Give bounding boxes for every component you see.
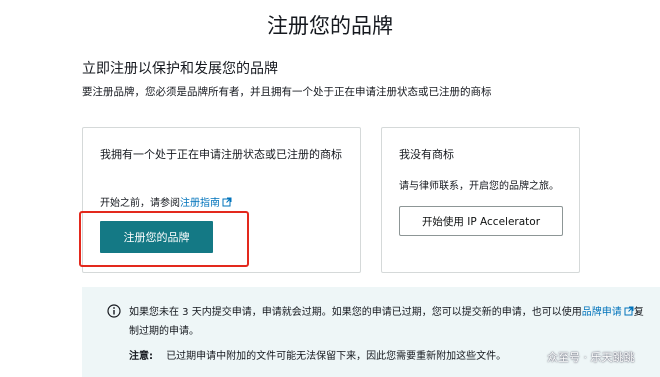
registration-guide-link-label: 注册指南 <box>180 198 220 209</box>
card-none-note: 请与律师联系，开启您的品牌之旅。 <box>399 181 559 192</box>
watermark: 众至号 · 乐天跳跳 <box>547 351 635 364</box>
intro-heading: 立即注册以保护和发展您的品牌 <box>82 61 278 77</box>
card-owned-title: 我拥有一个处于正在申请注册状态或已注册的商标 <box>100 148 342 161</box>
alert-note-text: 已过期申请中附加的文件可能无法保留下来，因此您需要重新附加这些文件。 <box>166 351 507 362</box>
brand-application-link[interactable]: 品牌申请 <box>581 306 634 318</box>
alert-note: 注意: 已过期申请中附加的文件可能无法保留下来，因此您需要重新附加这些文件。 <box>129 347 506 362</box>
card-none-title: 我没有商标 <box>399 148 454 161</box>
intro-subtext: 要注册品牌，您必须是品牌所有者，并且拥有一个处于正在申请注册状态或已注册的商标 <box>82 86 492 98</box>
external-link-icon <box>624 306 634 316</box>
card-no-trademark: 我没有商标 请与律师联系，开启您的品牌之旅。 <box>381 127 580 273</box>
registration-guide-link[interactable]: 注册指南 <box>180 197 232 209</box>
card-owned-note-prefix: 开始之前，请参阅 <box>100 198 180 209</box>
register-brand-button[interactable]: 注册您的品牌 <box>100 221 213 253</box>
alert-text-part1: 如果您未在 3 天内提交申请，申请就会过期。如果您的申请已过期，您可以提交新的申… <box>129 307 582 318</box>
external-link-icon <box>222 197 232 207</box>
page-title: 注册您的品牌 <box>267 14 393 38</box>
alert-text: 如果您未在 3 天内提交申请，申请就会过期。如果您的申请已过期，您可以提交新的申… <box>129 303 649 341</box>
alert-note-label: 注意: <box>129 351 153 362</box>
info-icon <box>107 304 121 318</box>
card-owned-note: 开始之前，请参阅注册指南 <box>100 194 232 209</box>
brand-application-link-label: 品牌申请 <box>581 307 622 318</box>
ip-accelerator-button[interactable]: 开始使用 IP Accelerator <box>399 206 563 236</box>
